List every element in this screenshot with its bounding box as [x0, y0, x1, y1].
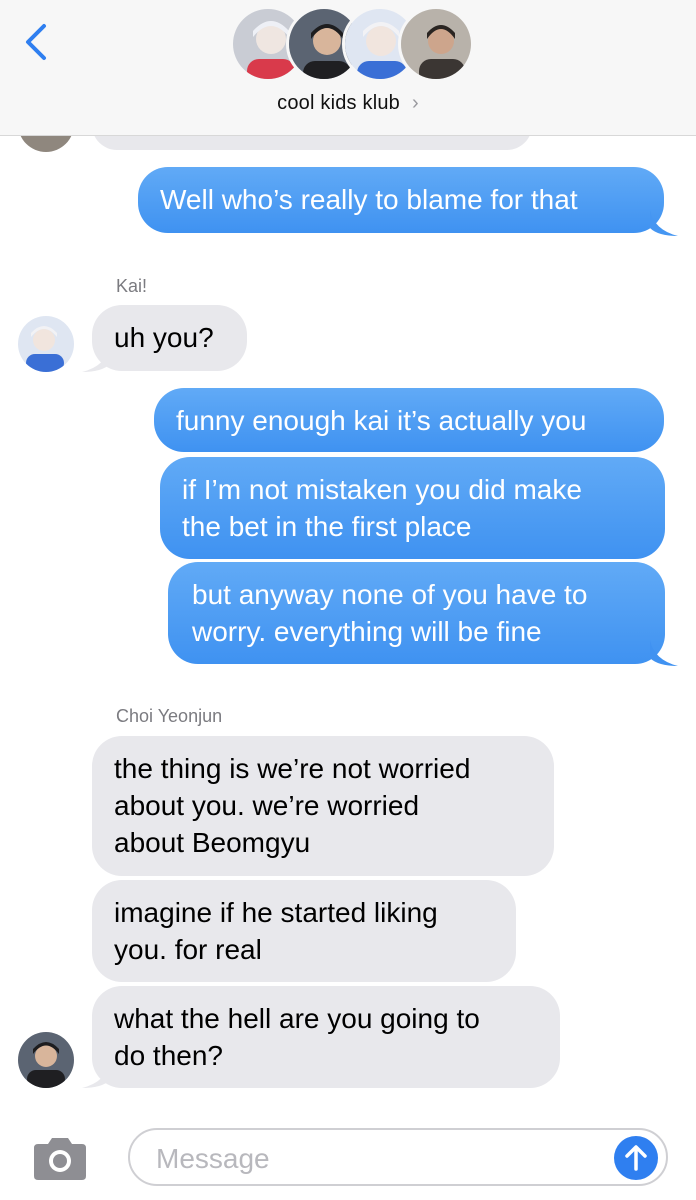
bubble-tail [650, 210, 678, 236]
camera-icon[interactable] [30, 1134, 90, 1182]
message-line: do then? [114, 1040, 223, 1071]
message-input[interactable]: Message [128, 1128, 668, 1186]
message-line: what the hell are you going to [114, 1003, 480, 1034]
message-line: worry. everything will be fine [192, 616, 542, 647]
group-name-label: cool kids klub [277, 92, 400, 114]
group-avatars[interactable] [230, 6, 474, 82]
message-bubble-sent[interactable]: but anyway none of you have to worry. ev… [168, 562, 665, 664]
sender-avatar-kai[interactable] [18, 316, 74, 372]
message-line: the bet in the first place [182, 511, 472, 542]
message-text: funny enough kai it’s actually you [176, 405, 587, 436]
sender-name: Choi Yeonjun [116, 706, 223, 726]
message-placeholder: Message [156, 1143, 270, 1174]
sender-avatar-yeonjun[interactable] [18, 1032, 74, 1088]
group-name[interactable]: cool kids klub › [0, 92, 696, 115]
send-button[interactable] [614, 1136, 658, 1180]
message-line: about Beomgyu [114, 827, 311, 858]
message-bubble-received[interactable]: the thing is we’re not worried about you… [92, 736, 554, 876]
back-chevron-icon[interactable] [22, 22, 52, 62]
message-bubble-sent[interactable]: funny enough kai it’s actually you [154, 388, 664, 452]
message-line: if I’m not mistaken you did make [182, 474, 582, 505]
arrow-up-icon [625, 1145, 647, 1171]
bubble-tail [650, 640, 678, 666]
bubble-tail [82, 1062, 110, 1088]
chat-header: cool kids klub › [0, 0, 696, 136]
message-text: uh you? [114, 322, 214, 353]
message-line: but anyway none of you have to [192, 579, 588, 610]
message-text: Well who’s really to blame for that [160, 184, 578, 215]
bubble-tail [82, 346, 110, 372]
message-bubble-received[interactable]: uh you? [92, 305, 247, 371]
message-bubble-received[interactable]: imagine if he started liking you. for re… [92, 880, 516, 982]
message-line: the thing is we’re not worried [114, 753, 471, 784]
compose-bar: Message [0, 1112, 696, 1200]
message-bubble-sent[interactable]: Well who’s really to blame for that [138, 167, 664, 233]
message-bubble-sent[interactable]: if I’m not mistaken you did make the bet… [160, 457, 665, 559]
message-line: about you. we’re worried [114, 790, 420, 821]
sender-name: Kai! [116, 276, 148, 296]
message-line: you. for real [114, 934, 262, 965]
message-bubble-received[interactable]: what the hell are you going to do then? [92, 986, 560, 1088]
group-avatar-4 [398, 6, 474, 82]
message-line: imagine if he started liking [114, 897, 438, 928]
chevron-right-icon: › [411, 92, 419, 114]
